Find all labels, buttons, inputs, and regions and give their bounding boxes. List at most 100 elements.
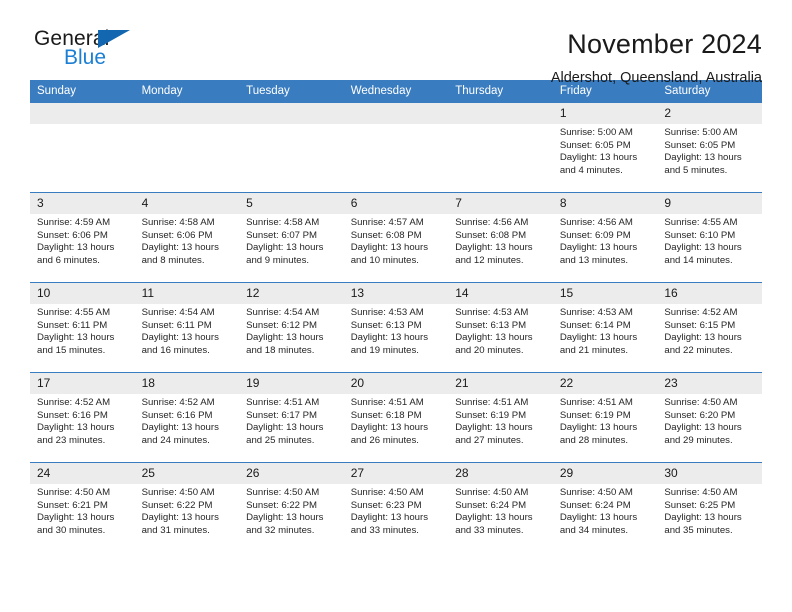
calendar-day-cell-empty (30, 102, 135, 193)
sunrise-text: Sunrise: 4:58 AM (246, 217, 320, 228)
sunset-text: Sunset: 6:15 PM (664, 319, 736, 331)
day-sun-info: Sunrise: 4:57 AM Sunset: 6:08 PM Daylight:… (344, 214, 449, 267)
day-sun-info: Sunrise: 4:50 AM Sunset: 6:24 PM Daylight:… (448, 484, 553, 537)
day-sun-info: Sunrise: 4:58 AM Sunset: 6:07 PM Daylight:… (239, 214, 344, 267)
daylight-text: Daylight: 13 hours and 34 minutes. (559, 512, 638, 536)
sunrise-text: Sunrise: 4:51 AM (246, 397, 320, 408)
calendar-day-cell[interactable]: 13 Sunrise: 4:53 AM Sunset: 6:13 PM Dayligh… (343, 282, 449, 373)
day-sun-info: Sunrise: 4:50 AM Sunset: 6:23 PM Daylight:… (344, 484, 449, 537)
day-sun-info: Sunrise: 4:50 AM Sunset: 6:22 PM Daylight:… (135, 484, 240, 537)
sunrise-text: Sunrise: 4:53 AM (559, 307, 633, 318)
day-sun-info: Sunrise: 4:55 AM Sunset: 6:11 PM Daylight:… (30, 304, 135, 357)
calendar-day-cell[interactable]: 22 Sunrise: 4:51 AM Sunset: 6:19 PM Dayligh… (552, 372, 658, 463)
daylight-text: Daylight: 13 hours and 25 minutes. (246, 422, 324, 446)
day-sun-info: Sunrise: 4:58 AM Sunset: 6:06 PM Daylight:… (135, 214, 240, 267)
calendar-day-cell[interactable]: 9 Sunrise: 4:55 AM Sunset: 6:10 PM Daylight… (657, 192, 762, 283)
page-header: General Blue November 2024 Aldershot, Qu… (30, 0, 762, 87)
day-number (134, 103, 240, 124)
calendar-day-cell[interactable]: 25 Sunrise: 4:50 AM Sunset: 6:22 PM Dayligh… (134, 462, 240, 552)
calendar-day-cell[interactable]: 23 Sunrise: 4:50 AM Sunset: 6:20 PM Dayligh… (657, 372, 762, 463)
sunset-text: Sunset: 6:11 PM (37, 319, 108, 331)
calendar-day-cell[interactable]: 6 Sunrise: 4:57 AM Sunset: 6:08 PM Daylight… (343, 192, 449, 283)
calendar-day-cell[interactable]: 10 Sunrise: 4:55 AM Sunset: 6:11 PM Dayligh… (30, 282, 135, 373)
calendar-day-cell[interactable]: 26 Sunrise: 4:50 AM Sunset: 6:22 PM Dayligh… (239, 462, 344, 552)
calendar-day-cell[interactable]: 27 Sunrise: 4:50 AM Sunset: 6:23 PM Dayligh… (343, 462, 449, 552)
day-number: 1 (552, 103, 658, 124)
sunset-text: Sunset: 6:13 PM (350, 319, 422, 331)
daylight-text: Daylight: 13 hours and 27 minutes. (455, 422, 533, 446)
calendar-day-cell[interactable]: 15 Sunrise: 4:53 AM Sunset: 6:14 PM Dayligh… (552, 282, 658, 373)
calendar-day-cell[interactable]: 16 Sunrise: 4:52 AM Sunset: 6:15 PM Dayligh… (657, 282, 762, 373)
daylight-text: Daylight: 13 hours and 20 minutes. (455, 332, 533, 356)
sunrise-text: Sunrise: 4:50 AM (141, 487, 215, 498)
calendar-day-cell[interactable]: 3 Sunrise: 4:59 AM Sunset: 6:06 PM Daylight… (30, 192, 135, 283)
sunset-text: Sunset: 6:06 PM (37, 229, 108, 241)
daylight-text: Daylight: 13 hours and 33 minutes. (350, 512, 429, 536)
calendar-day-cell[interactable]: 14 Sunrise: 4:53 AM Sunset: 6:13 PM Dayligh… (448, 282, 553, 373)
daylight-text: Daylight: 13 hours and 23 minutes. (37, 422, 115, 446)
day-number: 16 (657, 283, 762, 304)
day-sun-info: Sunrise: 4:50 AM Sunset: 6:25 PM Daylight:… (657, 484, 762, 537)
daylight-text: Daylight: 13 hours and 12 minutes. (455, 242, 533, 266)
daylight-text: Daylight: 13 hours and 13 minutes. (559, 242, 638, 266)
calendar-day-cell-empty (134, 102, 240, 193)
day-number (239, 103, 344, 124)
title-block: November 2024 Aldershot, Queensland, Aus… (551, 28, 762, 88)
calendar-day-cell[interactable]: 24 Sunrise: 4:50 AM Sunset: 6:21 PM Dayligh… (30, 462, 135, 552)
calendar-day-cell[interactable]: 8 Sunrise: 4:56 AM Sunset: 6:09 PM Daylight… (552, 192, 658, 283)
calendar-day-cell[interactable]: 30 Sunrise: 4:50 AM Sunset: 6:25 PM Dayligh… (657, 462, 762, 552)
calendar-day-cell[interactable]: 18 Sunrise: 4:52 AM Sunset: 6:16 PM Dayligh… (134, 372, 240, 463)
day-number: 4 (134, 193, 240, 214)
day-number: 19 (239, 373, 344, 394)
calendar-day-cell[interactable]: 4 Sunrise: 4:58 AM Sunset: 6:06 PM Daylight… (134, 192, 240, 283)
day-number: 15 (552, 283, 658, 304)
calendar-day-cell[interactable]: 19 Sunrise: 4:51 AM Sunset: 6:17 PM Dayligh… (239, 372, 344, 463)
day-sun-info: Sunrise: 4:53 AM Sunset: 6:13 PM Daylight:… (448, 304, 553, 357)
day-number: 21 (448, 373, 553, 394)
calendar-day-cell[interactable]: 12 Sunrise: 4:54 AM Sunset: 6:12 PM Dayligh… (239, 282, 344, 373)
sunrise-text: Sunrise: 5:00 AM (664, 127, 738, 138)
calendar-day-cell[interactable]: 2 Sunrise: 5:00 AM Sunset: 6:05 PM Daylight… (657, 102, 762, 193)
daylight-text: Daylight: 13 hours and 10 minutes. (350, 242, 429, 266)
day-sun-info: Sunrise: 5:00 AM Sunset: 6:05 PM Daylight:… (553, 124, 658, 177)
generalblue-logo[interactable]: General Blue (30, 28, 150, 76)
calendar-day-cell[interactable]: 20 Sunrise: 4:51 AM Sunset: 6:18 PM Dayligh… (343, 372, 449, 463)
calendar-table: Sunday Monday Tuesday Wednesday Thursday… (30, 80, 762, 552)
daylight-text: Daylight: 13 hours and 26 minutes. (350, 422, 429, 446)
calendar-day-cell[interactable]: 29 Sunrise: 4:50 AM Sunset: 6:24 PM Dayligh… (552, 462, 658, 552)
calendar-day-cell[interactable]: 1 Sunrise: 5:00 AM Sunset: 6:05 PM Daylight… (552, 102, 658, 193)
calendar-day-cell[interactable]: 28 Sunrise: 4:50 AM Sunset: 6:24 PM Dayligh… (448, 462, 553, 552)
day-number: 18 (134, 373, 240, 394)
day-number: 25 (134, 463, 240, 484)
calendar-day-cell[interactable]: 21 Sunrise: 4:51 AM Sunset: 6:19 PM Dayligh… (448, 372, 553, 463)
sunset-text: Sunset: 6:09 PM (559, 229, 631, 241)
calendar-day-cell[interactable]: 17 Sunrise: 4:52 AM Sunset: 6:16 PM Dayligh… (30, 372, 135, 463)
sunrise-text: Sunrise: 4:50 AM (559, 487, 633, 498)
sunrise-text: Sunrise: 4:54 AM (246, 307, 320, 318)
day-sun-info: Sunrise: 5:00 AM Sunset: 6:05 PM Daylight:… (657, 124, 762, 177)
sunset-text: Sunset: 6:12 PM (246, 319, 318, 331)
calendar-day-cell[interactable]: 5 Sunrise: 4:58 AM Sunset: 6:07 PM Daylight… (239, 192, 344, 283)
sunset-text: Sunset: 6:10 PM (664, 229, 736, 241)
weekday-header-wednesday: Wednesday (343, 80, 449, 103)
sunset-text: Sunset: 6:19 PM (455, 409, 527, 421)
sunrise-text: Sunrise: 5:00 AM (559, 127, 633, 138)
sunrise-text: Sunrise: 4:50 AM (664, 487, 738, 498)
sunrise-text: Sunrise: 4:50 AM (455, 487, 529, 498)
sunrise-text: Sunrise: 4:50 AM (37, 487, 111, 498)
day-sun-info: Sunrise: 4:50 AM Sunset: 6:24 PM Daylight:… (553, 484, 658, 537)
sunrise-text: Sunrise: 4:55 AM (664, 217, 738, 228)
sunset-text: Sunset: 6:05 PM (559, 139, 631, 151)
day-sun-info: Sunrise: 4:51 AM Sunset: 6:18 PM Daylight:… (344, 394, 449, 447)
day-number: 6 (343, 193, 449, 214)
sunrise-text: Sunrise: 4:52 AM (37, 397, 111, 408)
weekday-header-monday: Monday (134, 80, 240, 103)
day-sun-info: Sunrise: 4:52 AM Sunset: 6:16 PM Daylight:… (30, 394, 135, 447)
day-sun-info: Sunrise: 4:51 AM Sunset: 6:19 PM Daylight:… (553, 394, 658, 447)
day-number (448, 103, 553, 124)
calendar-day-cell[interactable]: 7 Sunrise: 4:56 AM Sunset: 6:08 PM Daylight… (448, 192, 553, 283)
daylight-text: Daylight: 13 hours and 33 minutes. (455, 512, 533, 536)
calendar-day-cell[interactable]: 11 Sunrise: 4:54 AM Sunset: 6:11 PM Dayligh… (134, 282, 240, 373)
sunset-text: Sunset: 6:22 PM (141, 499, 213, 511)
day-number: 20 (343, 373, 449, 394)
